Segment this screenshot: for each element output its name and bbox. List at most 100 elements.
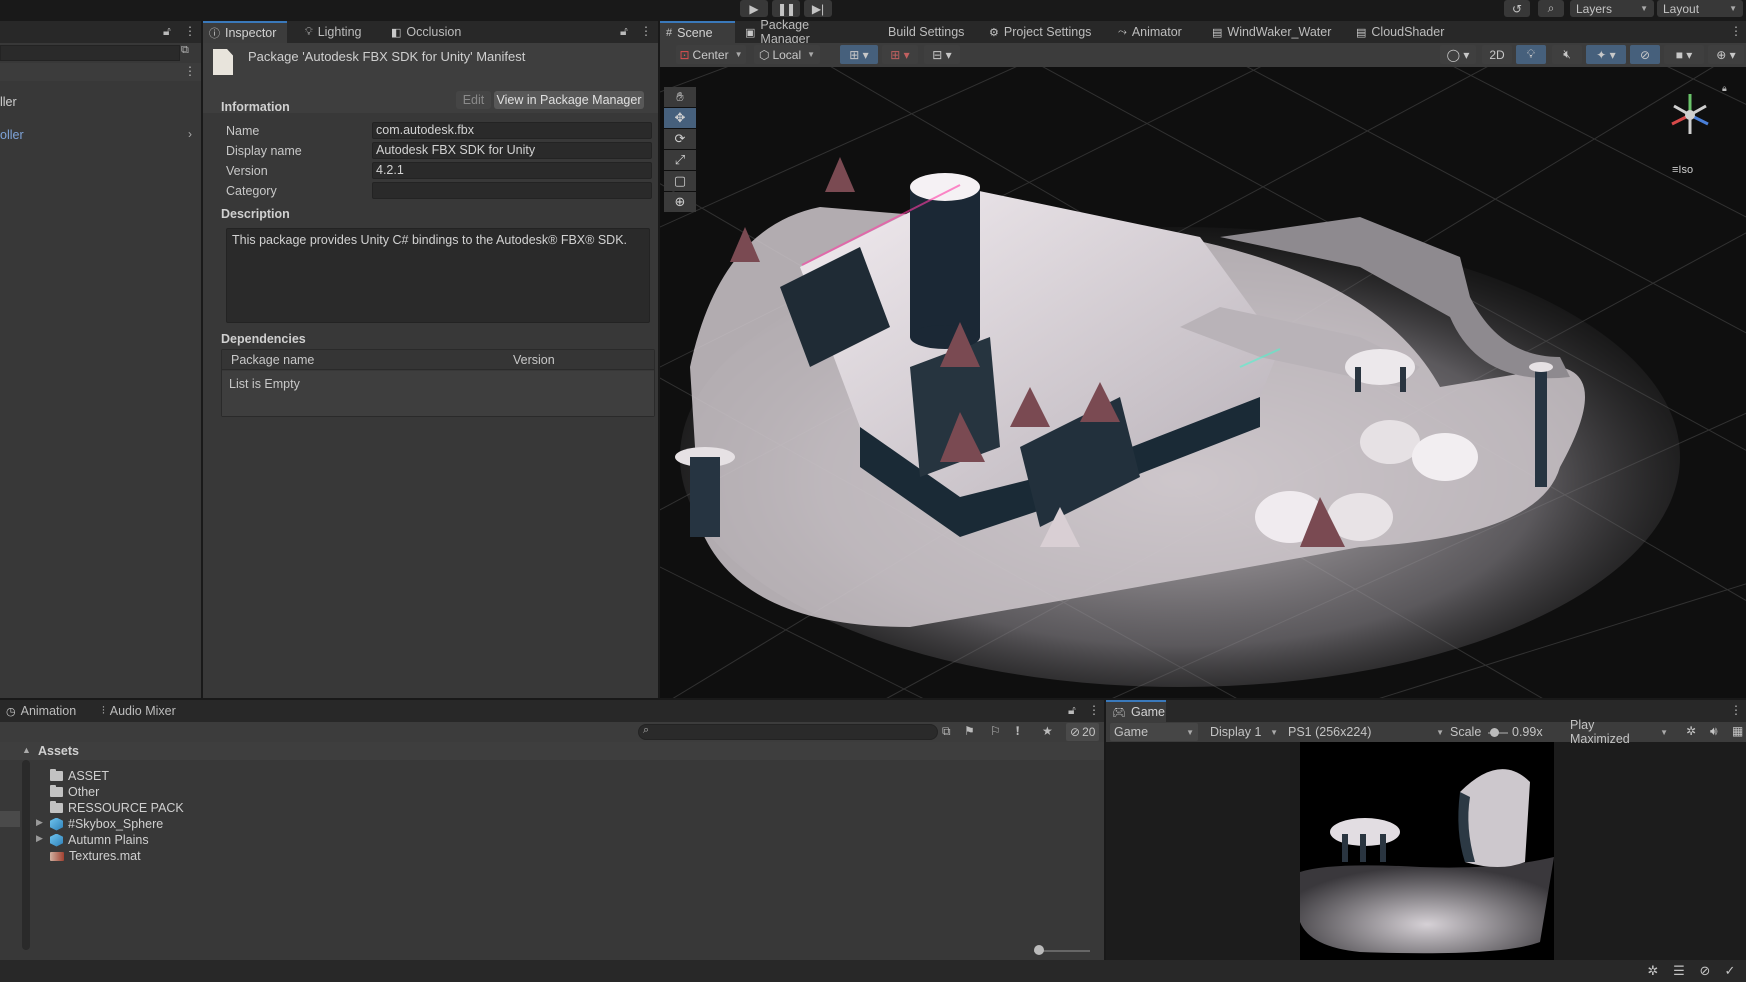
asset-folder-other[interactable]: Other bbox=[50, 784, 99, 800]
snap-increment-button[interactable]: ⊞ ▾ bbox=[882, 45, 918, 64]
chevron-down-icon: ▼ bbox=[1270, 727, 1278, 737]
alert-icon[interactable]: ❗︎ bbox=[1016, 724, 1019, 739]
camera-dropdown[interactable]: ■ ▾ bbox=[1664, 45, 1704, 64]
collapse-icon[interactable]: ▲ bbox=[22, 745, 31, 755]
icon-size-slider-thumb[interactable] bbox=[1034, 945, 1044, 955]
asset-material-textures[interactable]: Textures.mat bbox=[50, 848, 141, 864]
tab-game[interactable]: 🎮︎ Game bbox=[1106, 700, 1166, 722]
audio-icon[interactable]: 🔊︎ bbox=[1710, 724, 1718, 739]
edit-button[interactable]: Edit bbox=[456, 91, 491, 109]
layout-dropdown[interactable]: Layout ▼ bbox=[1657, 0, 1743, 17]
step-button[interactable]: ▶| bbox=[804, 0, 832, 17]
debug-icon[interactable]: ⊘ bbox=[1697, 963, 1713, 979]
chevron-right-icon[interactable]: › bbox=[188, 127, 192, 141]
version-field[interactable]: 4.2.1 bbox=[372, 162, 652, 179]
hidden-objects-toggle[interactable]: ⊘ bbox=[1630, 45, 1660, 64]
hierarchy-search-input[interactable] bbox=[0, 45, 180, 61]
grid-visibility-button[interactable]: ⊟ ▾ bbox=[924, 45, 960, 64]
transform-tool[interactable]: ⊕ bbox=[664, 192, 696, 212]
grid-snap-button[interactable]: ⊞ ▾ bbox=[840, 45, 878, 64]
expand-arrow-icon[interactable]: ▶ bbox=[36, 817, 43, 828]
project-search-input[interactable]: ⌕ bbox=[638, 724, 938, 740]
hand-tool[interactable]: ✋︎ bbox=[664, 87, 696, 107]
effects-dropdown[interactable]: ✦ ▾ bbox=[1586, 45, 1626, 64]
hierarchy-item[interactable]: oller bbox=[0, 128, 24, 142]
draw-mode-dropdown[interactable]: ◯ ▾ bbox=[1440, 45, 1476, 64]
category-label: Category bbox=[226, 184, 277, 198]
hierarchy-item[interactable]: ller bbox=[0, 95, 17, 109]
tool-handle[interactable] bbox=[664, 69, 696, 77]
scale-tool[interactable]: ⤢ bbox=[664, 150, 696, 170]
kebab-menu-icon[interactable]: ⋮ bbox=[640, 24, 652, 38]
2d-toggle[interactable]: 2D bbox=[1482, 45, 1512, 64]
assets-root-label[interactable]: Assets bbox=[38, 744, 79, 758]
star-icon[interactable]: ★ bbox=[1042, 724, 1053, 738]
hidden-packages-toggle[interactable]: ⊘ 20 bbox=[1066, 723, 1100, 741]
rect-tool[interactable]: ▢ bbox=[664, 171, 696, 191]
game-viewport[interactable] bbox=[1300, 742, 1554, 960]
lock-icon[interactable]: 🔓︎ bbox=[1068, 703, 1076, 718]
asset-folder-ressource-pack[interactable]: RESSOURCE PACK bbox=[50, 800, 184, 816]
search-icon: ⌕ bbox=[1547, 1, 1555, 15]
lock-icon[interactable]: 🔓︎ bbox=[163, 24, 171, 39]
layers-dropdown[interactable]: Layers ▼ bbox=[1570, 0, 1654, 17]
tab-lighting[interactable]: 💡︎ Lighting bbox=[299, 21, 377, 43]
stats-icon[interactable]: ▦ bbox=[1732, 724, 1743, 738]
kebab-menu-icon[interactable]: ⋮ bbox=[1088, 703, 1100, 717]
search-filter-icon[interactable]: ⧉ bbox=[181, 44, 189, 57]
cache-icon[interactable]: ☰ bbox=[1671, 963, 1687, 979]
iso-label[interactable]: ≡Iso bbox=[1672, 164, 1693, 176]
name-field[interactable]: com.autodesk.fbx bbox=[372, 122, 652, 139]
check-icon[interactable]: ✓ bbox=[1722, 963, 1738, 979]
audio-toggle[interactable]: 🔇︎ bbox=[1552, 45, 1582, 64]
kebab-menu-icon[interactable]: ⋮ bbox=[184, 24, 196, 38]
scene-viewport[interactable] bbox=[660, 67, 1746, 698]
asset-folder-asset[interactable]: ASSET bbox=[50, 768, 109, 784]
orientation-gizmo[interactable] bbox=[1660, 82, 1720, 152]
expand-arrow-icon[interactable]: ▶ bbox=[36, 833, 43, 844]
play-mode-dropdown[interactable]: Play Maximized ▼ bbox=[1566, 718, 1672, 746]
lock-icon[interactable]: 🔒︎ bbox=[1722, 83, 1727, 94]
move-tool[interactable]: ✥ bbox=[664, 108, 696, 128]
display-name-field[interactable]: Autodesk FBX SDK for Unity bbox=[372, 142, 652, 159]
kebab-menu-icon[interactable]: ⋮ bbox=[1730, 24, 1742, 38]
tab-package-manager[interactable]: ▣ Package Manager bbox=[739, 18, 867, 46]
lighting-toggle[interactable]: 💡︎ bbox=[1516, 45, 1546, 64]
search-button[interactable]: ⌕ bbox=[1538, 0, 1564, 17]
pivot-center-dropdown[interactable]: ⊡ Center ▼ bbox=[676, 45, 746, 64]
search-by-label-icon[interactable]: ⚑ bbox=[964, 724, 975, 738]
pause-button[interactable]: ❚❚ bbox=[772, 0, 800, 17]
undo-history-button[interactable]: ↺ bbox=[1504, 0, 1530, 17]
description-textarea[interactable]: This package provides Unity C# bindings … bbox=[226, 228, 650, 323]
category-field[interactable] bbox=[372, 182, 652, 199]
tab-windwaker-water[interactable]: ▤ WindWaker_Water bbox=[1206, 21, 1336, 43]
lock-icon[interactable]: 🔓︎ bbox=[620, 24, 628, 39]
rotate-tool[interactable]: ⟳ bbox=[664, 129, 696, 149]
display-dropdown[interactable]: Display 1 ▼ bbox=[1206, 723, 1282, 741]
tab-audio-mixer[interactable]: ⫶ Audio Mixer bbox=[96, 700, 192, 722]
tab-build-settings[interactable]: Build Settings bbox=[882, 21, 982, 43]
view-in-package-manager-button[interactable]: View in Package Manager bbox=[494, 91, 644, 109]
tab-animator[interactable]: ⤳ Animator bbox=[1112, 21, 1198, 43]
tab-cloudshader[interactable]: ▤ CloudShader bbox=[1350, 21, 1454, 43]
progress-icon[interactable]: ✲ bbox=[1645, 963, 1661, 979]
bug-icon[interactable]: ✲ bbox=[1686, 724, 1696, 738]
resolution-dropdown[interactable]: PS1 (256x224) ▼ bbox=[1284, 723, 1448, 741]
tab-occlusion[interactable]: ◧ Occlusion bbox=[385, 21, 479, 43]
asset-prefab-autumn-plains[interactable]: Autumn Plains bbox=[50, 832, 149, 848]
tab-scene[interactable]: # Scene bbox=[660, 21, 735, 43]
tab-project-settings[interactable]: ⚙ Project Settings bbox=[983, 21, 1103, 43]
asset-prefab-skybox-sphere[interactable]: #Skybox_Sphere bbox=[50, 816, 163, 832]
tag-icon[interactable]: ⚐ bbox=[990, 724, 1001, 738]
kebab-menu-icon[interactable]: ⋮ bbox=[1730, 703, 1742, 717]
vertical-scrollbar[interactable] bbox=[22, 760, 30, 950]
tab-animation[interactable]: ◷ Animation bbox=[0, 700, 82, 722]
game-view-dropdown[interactable]: Game ▼ bbox=[1110, 723, 1198, 741]
tab-inspector[interactable]: ⓘ Inspector bbox=[203, 21, 287, 43]
play-button[interactable]: ▶ bbox=[740, 0, 768, 17]
scale-slider-thumb[interactable] bbox=[1490, 728, 1499, 737]
space-local-dropdown[interactable]: ⬡ Local ▼ bbox=[754, 45, 820, 64]
kebab-menu-icon[interactable]: ⋮ bbox=[184, 64, 196, 78]
search-by-type-icon[interactable]: ⧉ bbox=[942, 724, 951, 739]
gizmos-dropdown[interactable]: ⊕ ▾ bbox=[1708, 45, 1744, 64]
